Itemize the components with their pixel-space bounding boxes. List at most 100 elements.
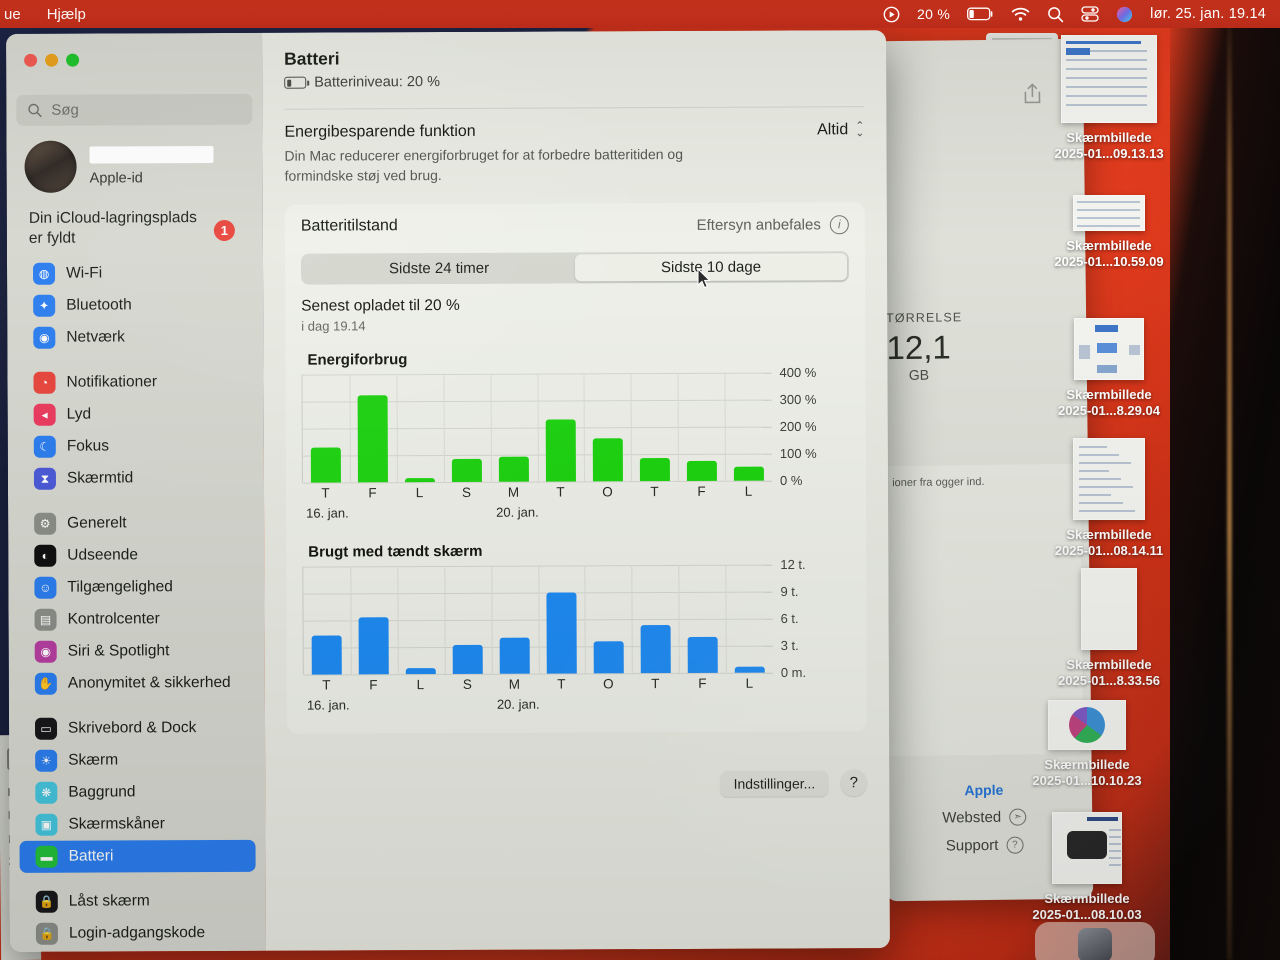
bar-M-4 bbox=[499, 637, 530, 674]
sidebar-item-sk-rmtid[interactable]: ⧗ Skærmtid bbox=[18, 462, 254, 495]
sidebar-item-label: Generelt bbox=[67, 514, 127, 532]
info-icon[interactable]: i bbox=[829, 214, 849, 235]
battery-health-status-group: Eftersyn anbefales i bbox=[697, 214, 849, 235]
dock[interactable] bbox=[1035, 922, 1155, 960]
low-power-description: Din Mac reducerer energiforbruget for at… bbox=[284, 145, 684, 184]
desktop-icon[interactable]: Skærmbillede 2025-01...8.29.04 bbox=[1014, 318, 1204, 420]
sidebar-item-sk-rm[interactable]: ☀ Skærm bbox=[19, 744, 255, 777]
sidebar-item-login-adgangskode[interactable]: 🔒 Login-adgangskode bbox=[20, 917, 256, 950]
sidebar-item-label: Skærmtid bbox=[66, 469, 134, 487]
status-badge: 1 bbox=[213, 219, 235, 242]
screen-time-chart-x-labels: TFLSMTOTFL bbox=[303, 675, 773, 692]
search-icon[interactable] bbox=[1047, 6, 1064, 23]
bar-slot bbox=[679, 565, 726, 673]
desktop-icon-name: Skærmbillede bbox=[1044, 891, 1130, 906]
bar-slot bbox=[444, 566, 491, 674]
apple-account-row[interactable]: Apple-id bbox=[24, 140, 252, 193]
y-tick-label: 6 t. bbox=[780, 610, 799, 626]
battery-icon: ▬ bbox=[35, 845, 58, 868]
bar-slot bbox=[725, 372, 772, 481]
desktop-icon[interactable]: Skærmbillede 2025-01...10.59.09 bbox=[1014, 195, 1204, 271]
sidebar-item-label: Siri & Spotlight bbox=[67, 642, 170, 660]
options-button[interactable]: Indstillinger... bbox=[720, 769, 829, 797]
desktop-icon[interactable]: Skærmbillede 2025-01...09.13.13 bbox=[1014, 35, 1204, 163]
bar-slot bbox=[491, 565, 538, 674]
sidebar-item-baggrund[interactable]: ❋ Baggrund bbox=[19, 776, 255, 809]
low-power-select[interactable]: Altid ⌃ ⌄ bbox=[817, 120, 865, 140]
search-input[interactable]: Søg bbox=[16, 93, 253, 126]
siri-icon[interactable] bbox=[1116, 6, 1133, 23]
privacy-icon: ✋ bbox=[34, 672, 57, 695]
sidebar-item-fokus[interactable]: ☾ Fokus bbox=[18, 430, 254, 463]
x-tick-label: M bbox=[508, 676, 521, 692]
sidebar-item-tilg-ngelighed[interactable]: ☺ Tilgængelighed bbox=[18, 571, 254, 604]
bar-slot bbox=[303, 566, 350, 675]
energy-date-label-2: 20. jan. bbox=[496, 504, 539, 520]
sidebar-item-wi-fi[interactable]: ◍ Wi-Fi bbox=[17, 257, 253, 290]
sidebar-item-netv-rk[interactable]: ◉ Netværk bbox=[17, 321, 253, 354]
dock-app-icon[interactable] bbox=[1078, 928, 1112, 960]
x-tick-label: L bbox=[415, 484, 424, 500]
wifi-icon[interactable] bbox=[1011, 7, 1030, 22]
battery-health-row[interactable]: Batteritilstand Eftersyn anbefales i bbox=[301, 214, 849, 236]
page-title: Batteri bbox=[284, 48, 340, 69]
desktop-icon-name: Skærmbillede bbox=[1066, 130, 1152, 145]
energy-chart: T F L S M T O T F L 16. jan. 20. jan. 400 % 300 % 2… bbox=[301, 365, 850, 525]
help-button[interactable]: ? bbox=[840, 769, 868, 797]
battery-icon[interactable] bbox=[967, 7, 994, 21]
sidebar-item-label: Notifikationer bbox=[66, 373, 158, 391]
x-tick-label: F bbox=[368, 485, 377, 501]
desktop-icon[interactable]: Skærmbillede 2025-01...8.33.56 bbox=[1014, 568, 1204, 690]
desktop-icon[interactable]: Skærmbillede 2025-01...08.14.11 bbox=[1014, 438, 1204, 560]
low-power-mode-row[interactable]: Energibesparende funktion Altid ⌃ ⌄ Din M… bbox=[284, 107, 864, 186]
sidebar-item-udseende[interactable]: ◐ Udseende bbox=[18, 539, 254, 572]
window-traffic-lights[interactable] bbox=[24, 53, 80, 67]
sidebar-item-siri-spotlight[interactable]: ◉ Siri & Spotlight bbox=[19, 635, 255, 668]
menu-battery-percent[interactable]: 20 % bbox=[917, 6, 950, 22]
menu-bar[interactable]: ue Hjælp 20 % lør. 25. jan. 19.14 bbox=[0, 0, 1280, 28]
minimize-button[interactable] bbox=[45, 53, 59, 67]
desktop-icon[interactable]: Skærmbillede 2025-01...10.10.23 bbox=[992, 700, 1182, 790]
control-center-icon[interactable] bbox=[1081, 6, 1099, 22]
bar-T-5 bbox=[546, 592, 577, 674]
bar-F-1 bbox=[358, 617, 390, 675]
menu-clock[interactable]: lør. 25. jan. 19.14 bbox=[1150, 6, 1266, 22]
tab-last-24-hours[interactable]: Sidste 24 timer bbox=[303, 254, 575, 282]
desktop-icon-name: Skærmbillede bbox=[1066, 657, 1152, 672]
bluetooth-icon: ✦ bbox=[33, 294, 56, 317]
menu-item-window[interactable]: ue bbox=[4, 6, 21, 23]
sidebar-item-anonymitet-sikkerhed[interactable]: ✋ Anonymitet & sikkerhed bbox=[19, 667, 255, 700]
sidebar-item-bluetooth[interactable]: ✦ Bluetooth bbox=[17, 289, 253, 322]
energy-chart-x-labels: TFLSMTOTFL bbox=[302, 483, 772, 500]
desktop-icon[interactable]: Skærmbillede 2025-01...08.10.03 bbox=[992, 812, 1182, 924]
chevron-updown-icon: ⌃ ⌄ bbox=[855, 120, 865, 140]
sidebar-item-label: Skrivebord & Dock bbox=[67, 719, 197, 737]
menu-item-help[interactable]: Hjælp bbox=[47, 6, 86, 23]
desktop-dock-icon: ▭ bbox=[34, 717, 58, 740]
maximize-button[interactable] bbox=[66, 53, 80, 67]
settings-sidebar[interactable]: Søg Apple-id Din iCloud-lagringsplads er… bbox=[6, 32, 267, 952]
sidebar-nav[interactable]: ◍ Wi-Fi ✦ Bluetooth ◉ Netværk ◔ Notifikationer ◂… bbox=[17, 257, 256, 950]
screen-recording-icon[interactable] bbox=[883, 6, 900, 23]
sidebar-item-generelt[interactable]: ⚙ Generelt bbox=[18, 507, 254, 540]
sidebar-group-0: ◍ Wi-Fi ✦ Bluetooth ◉ Netværk bbox=[17, 257, 253, 354]
sidebar-item-notifikationer[interactable]: ◔ Notifikationer bbox=[17, 366, 253, 399]
y-tick-label: 200 % bbox=[779, 418, 817, 434]
battery-level-row: Batteriniveau: 20 % bbox=[284, 72, 864, 91]
x-tick-label: T bbox=[321, 485, 330, 501]
close-button[interactable] bbox=[24, 53, 38, 67]
y-tick-label: 0 m. bbox=[780, 664, 807, 680]
footer-buttons: Indstillinger... ? bbox=[720, 769, 868, 797]
avatar bbox=[24, 140, 77, 193]
sidebar-item-lyd[interactable]: ◂ Lyd bbox=[18, 398, 254, 431]
sidebar-item-sk-rmsk-ner[interactable]: ▣ Skærmskåner bbox=[19, 808, 255, 841]
desktop-icon-thumbnail bbox=[1073, 438, 1145, 520]
sidebar-item-kontrolcenter[interactable]: ▤ Kontrolcenter bbox=[18, 603, 254, 636]
system-settings-window[interactable]: Søg Apple-id Din iCloud-lagringsplads er… bbox=[6, 30, 890, 952]
sidebar-item-l-st-sk-rm[interactable]: 🔒 Låst skærm bbox=[20, 885, 256, 918]
sidebar-item-skrivebord-dock[interactable]: ▭ Skrivebord & Dock bbox=[19, 712, 255, 745]
sidebar-item-batteri[interactable]: ▬ Batteri bbox=[19, 839, 256, 873]
icloud-storage-notice[interactable]: Din iCloud-lagringsplads er fyldt 1 bbox=[29, 208, 249, 248]
time-range-tabs[interactable]: Sidste 24 timer Sidste 10 dage bbox=[300, 250, 850, 285]
bar-O-6 bbox=[592, 437, 623, 482]
